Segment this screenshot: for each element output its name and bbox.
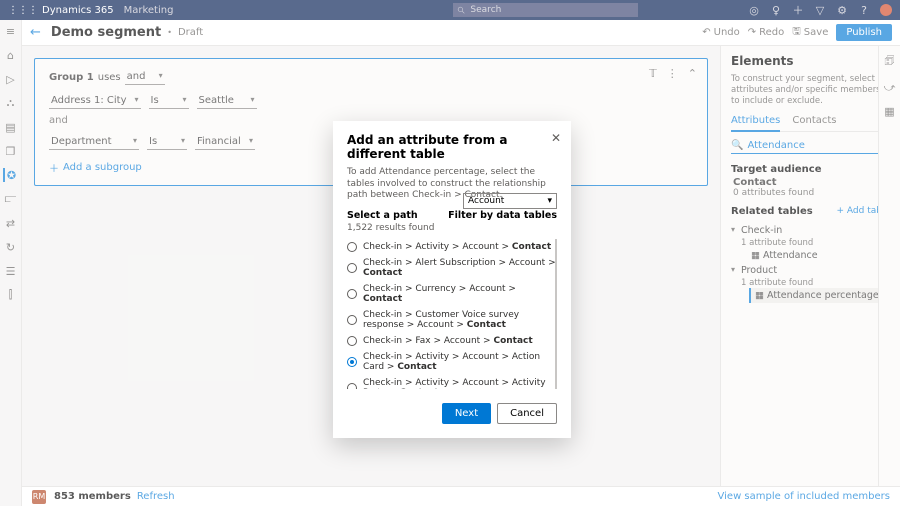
filter-dropdown[interactable]: Account ▾ bbox=[463, 193, 557, 209]
modal-title: Add an attribute from a different table bbox=[347, 133, 557, 161]
modal-column-headers: Select a path Filter by data tables bbox=[347, 210, 557, 221]
radio-icon bbox=[347, 383, 357, 389]
path-text: Check-in > Customer Voice survey respons… bbox=[363, 310, 557, 330]
chevron-down-icon: ▾ bbox=[547, 196, 552, 206]
path-text: Check-in > Activity > Account > Action C… bbox=[363, 352, 557, 372]
path-option[interactable]: Check-in > Currency > Account > Contact bbox=[347, 281, 557, 307]
path-option[interactable]: Check-in > Activity > Account > Action C… bbox=[347, 349, 557, 375]
radio-icon bbox=[347, 242, 357, 252]
radio-icon bbox=[347, 315, 357, 325]
path-text: Check-in > Alert Subscription > Account … bbox=[363, 258, 557, 278]
path-option[interactable]: Check-in > Fax > Account > Contact bbox=[347, 333, 557, 349]
path-option[interactable]: Check-in > Alert Subscription > Account … bbox=[347, 255, 557, 281]
path-text: Check-in > Fax > Account > Contact bbox=[363, 336, 533, 346]
select-path-label: Select a path bbox=[347, 210, 418, 221]
next-button[interactable]: Next bbox=[442, 403, 491, 424]
path-list[interactable]: Check-in > Activity > Account > Contact C… bbox=[347, 239, 557, 389]
results-count: 1,522 results found bbox=[347, 223, 557, 233]
path-text: Check-in > Activity > Account > Activity… bbox=[363, 378, 557, 389]
path-option[interactable]: Check-in > Activity > Account > Activity… bbox=[347, 375, 557, 389]
cancel-button[interactable]: Cancel bbox=[497, 403, 557, 424]
filter-label: Filter by data tables bbox=[448, 210, 557, 221]
radio-icon bbox=[347, 336, 357, 346]
filter-value: Account bbox=[468, 196, 504, 206]
radio-icon bbox=[347, 263, 357, 273]
path-option[interactable]: Check-in > Customer Voice survey respons… bbox=[347, 307, 557, 333]
radio-icon bbox=[347, 357, 357, 367]
modal-buttons: Next Cancel bbox=[347, 403, 557, 424]
close-icon[interactable]: ✕ bbox=[551, 131, 561, 145]
radio-icon bbox=[347, 289, 357, 299]
path-option[interactable]: Check-in > Activity > Account > Contact bbox=[347, 239, 557, 255]
path-text: Check-in > Activity > Account > Contact bbox=[363, 242, 551, 252]
add-attribute-modal: ✕ Add an attribute from a different tabl… bbox=[333, 121, 571, 438]
path-text: Check-in > Currency > Account > Contact bbox=[363, 284, 557, 304]
